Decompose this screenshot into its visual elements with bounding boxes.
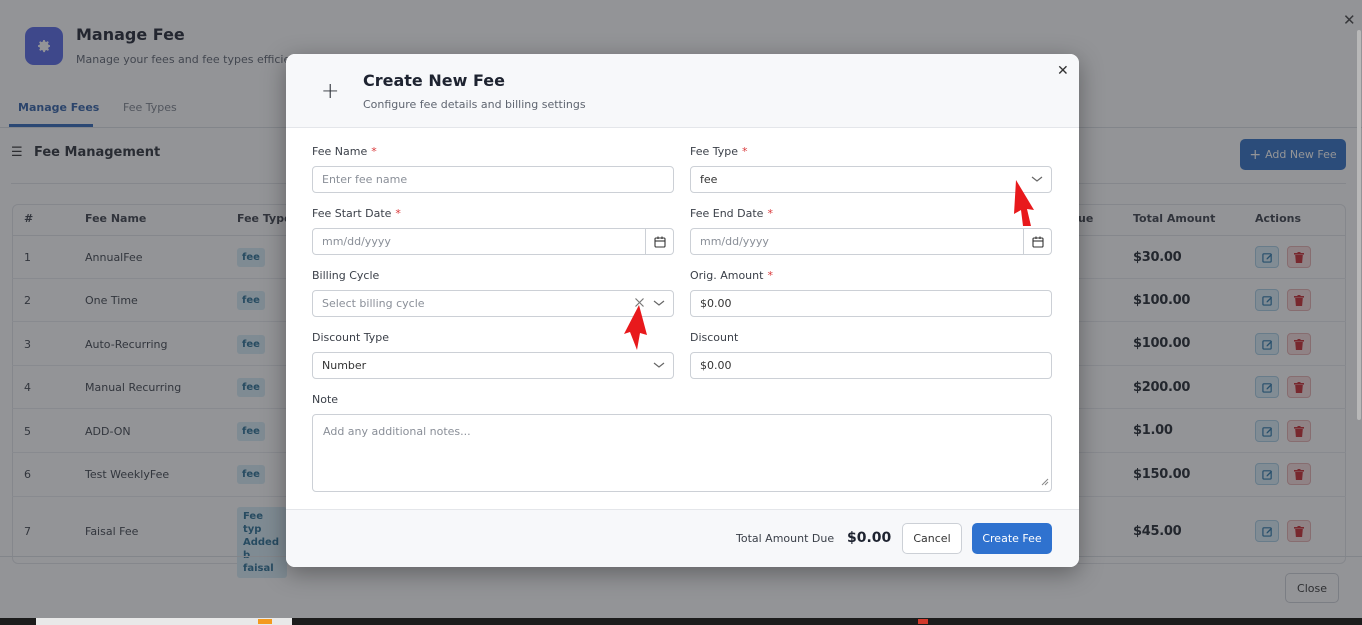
- note-placeholder: Add any additional notes...: [323, 425, 471, 438]
- cancel-button[interactable]: Cancel: [902, 523, 962, 554]
- discount-label: Discount: [690, 331, 739, 344]
- orig-amount-input[interactable]: $0.00: [690, 290, 1052, 317]
- create-fee-button[interactable]: Create Fee: [972, 523, 1052, 554]
- modal-header: + Create New Fee Configure fee details a…: [286, 54, 1079, 128]
- fee-name-placeholder: Enter fee name: [322, 173, 408, 186]
- plus-icon: +: [321, 79, 340, 104]
- discount-input[interactable]: $0.00: [690, 352, 1052, 379]
- total-amount-due-value: $0.00: [847, 530, 892, 546]
- taskbar-strip: [0, 618, 1362, 625]
- start-date-placeholder: mm/dd/yyyy: [322, 235, 391, 248]
- orig-amount-label: Orig. Amount *: [690, 269, 773, 282]
- total-amount-due-label: Total Amount Due: [736, 532, 835, 545]
- modal-footer: Total Amount Due $0.00 Cancel Create Fee: [286, 509, 1079, 567]
- resize-handle-icon[interactable]: [1041, 476, 1049, 489]
- annotation-arrow-icon: [1014, 180, 1034, 226]
- chevron-down-icon: [653, 360, 665, 373]
- taskbar-segment: [36, 618, 292, 625]
- annotation-arrow-icon: [624, 305, 647, 350]
- fee-name-input[interactable]: Enter fee name: [312, 166, 674, 193]
- fee-end-date-input[interactable]: mm/dd/yyyy: [690, 228, 1052, 255]
- note-label: Note: [312, 393, 339, 406]
- billing-cycle-select[interactable]: Select billing cycle: [312, 290, 674, 317]
- discount-value: $0.00: [700, 359, 732, 372]
- discount-type-label: Discount Type: [312, 331, 390, 344]
- fee-type-value: fee: [700, 173, 718, 186]
- note-textarea[interactable]: Add any additional notes...: [312, 414, 1052, 492]
- end-date-placeholder: mm/dd/yyyy: [700, 235, 769, 248]
- taskbar-app-icon: [918, 619, 928, 624]
- billing-cycle-label: Billing Cycle: [312, 269, 380, 282]
- fee-name-label: Fee Name *: [312, 145, 377, 158]
- modal-subtitle: Configure fee details and billing settin…: [363, 98, 586, 111]
- create-fee-modal: + Create New Fee Configure fee details a…: [286, 54, 1079, 567]
- taskbar-app-icon: [258, 619, 272, 624]
- calendar-icon[interactable]: [645, 229, 673, 254]
- fee-type-label: Fee Type *: [690, 145, 748, 158]
- calendar-icon[interactable]: [1023, 229, 1051, 254]
- modal-title: Create New Fee: [363, 71, 505, 90]
- fee-type-select[interactable]: fee: [690, 166, 1052, 193]
- fee-start-date-label: Fee Start Date *: [312, 207, 401, 220]
- discount-type-select[interactable]: Number: [312, 352, 674, 379]
- discount-type-value: Number: [322, 359, 367, 372]
- fee-start-date-input[interactable]: mm/dd/yyyy: [312, 228, 674, 255]
- fee-end-date-label: Fee End Date *: [690, 207, 773, 220]
- billing-cycle-placeholder: Select billing cycle: [322, 297, 425, 310]
- chevron-down-icon: [653, 298, 665, 311]
- page-scrollbar[interactable]: [1357, 30, 1361, 420]
- orig-amount-value: $0.00: [700, 297, 732, 310]
- close-icon[interactable]: ✕: [1057, 63, 1069, 79]
